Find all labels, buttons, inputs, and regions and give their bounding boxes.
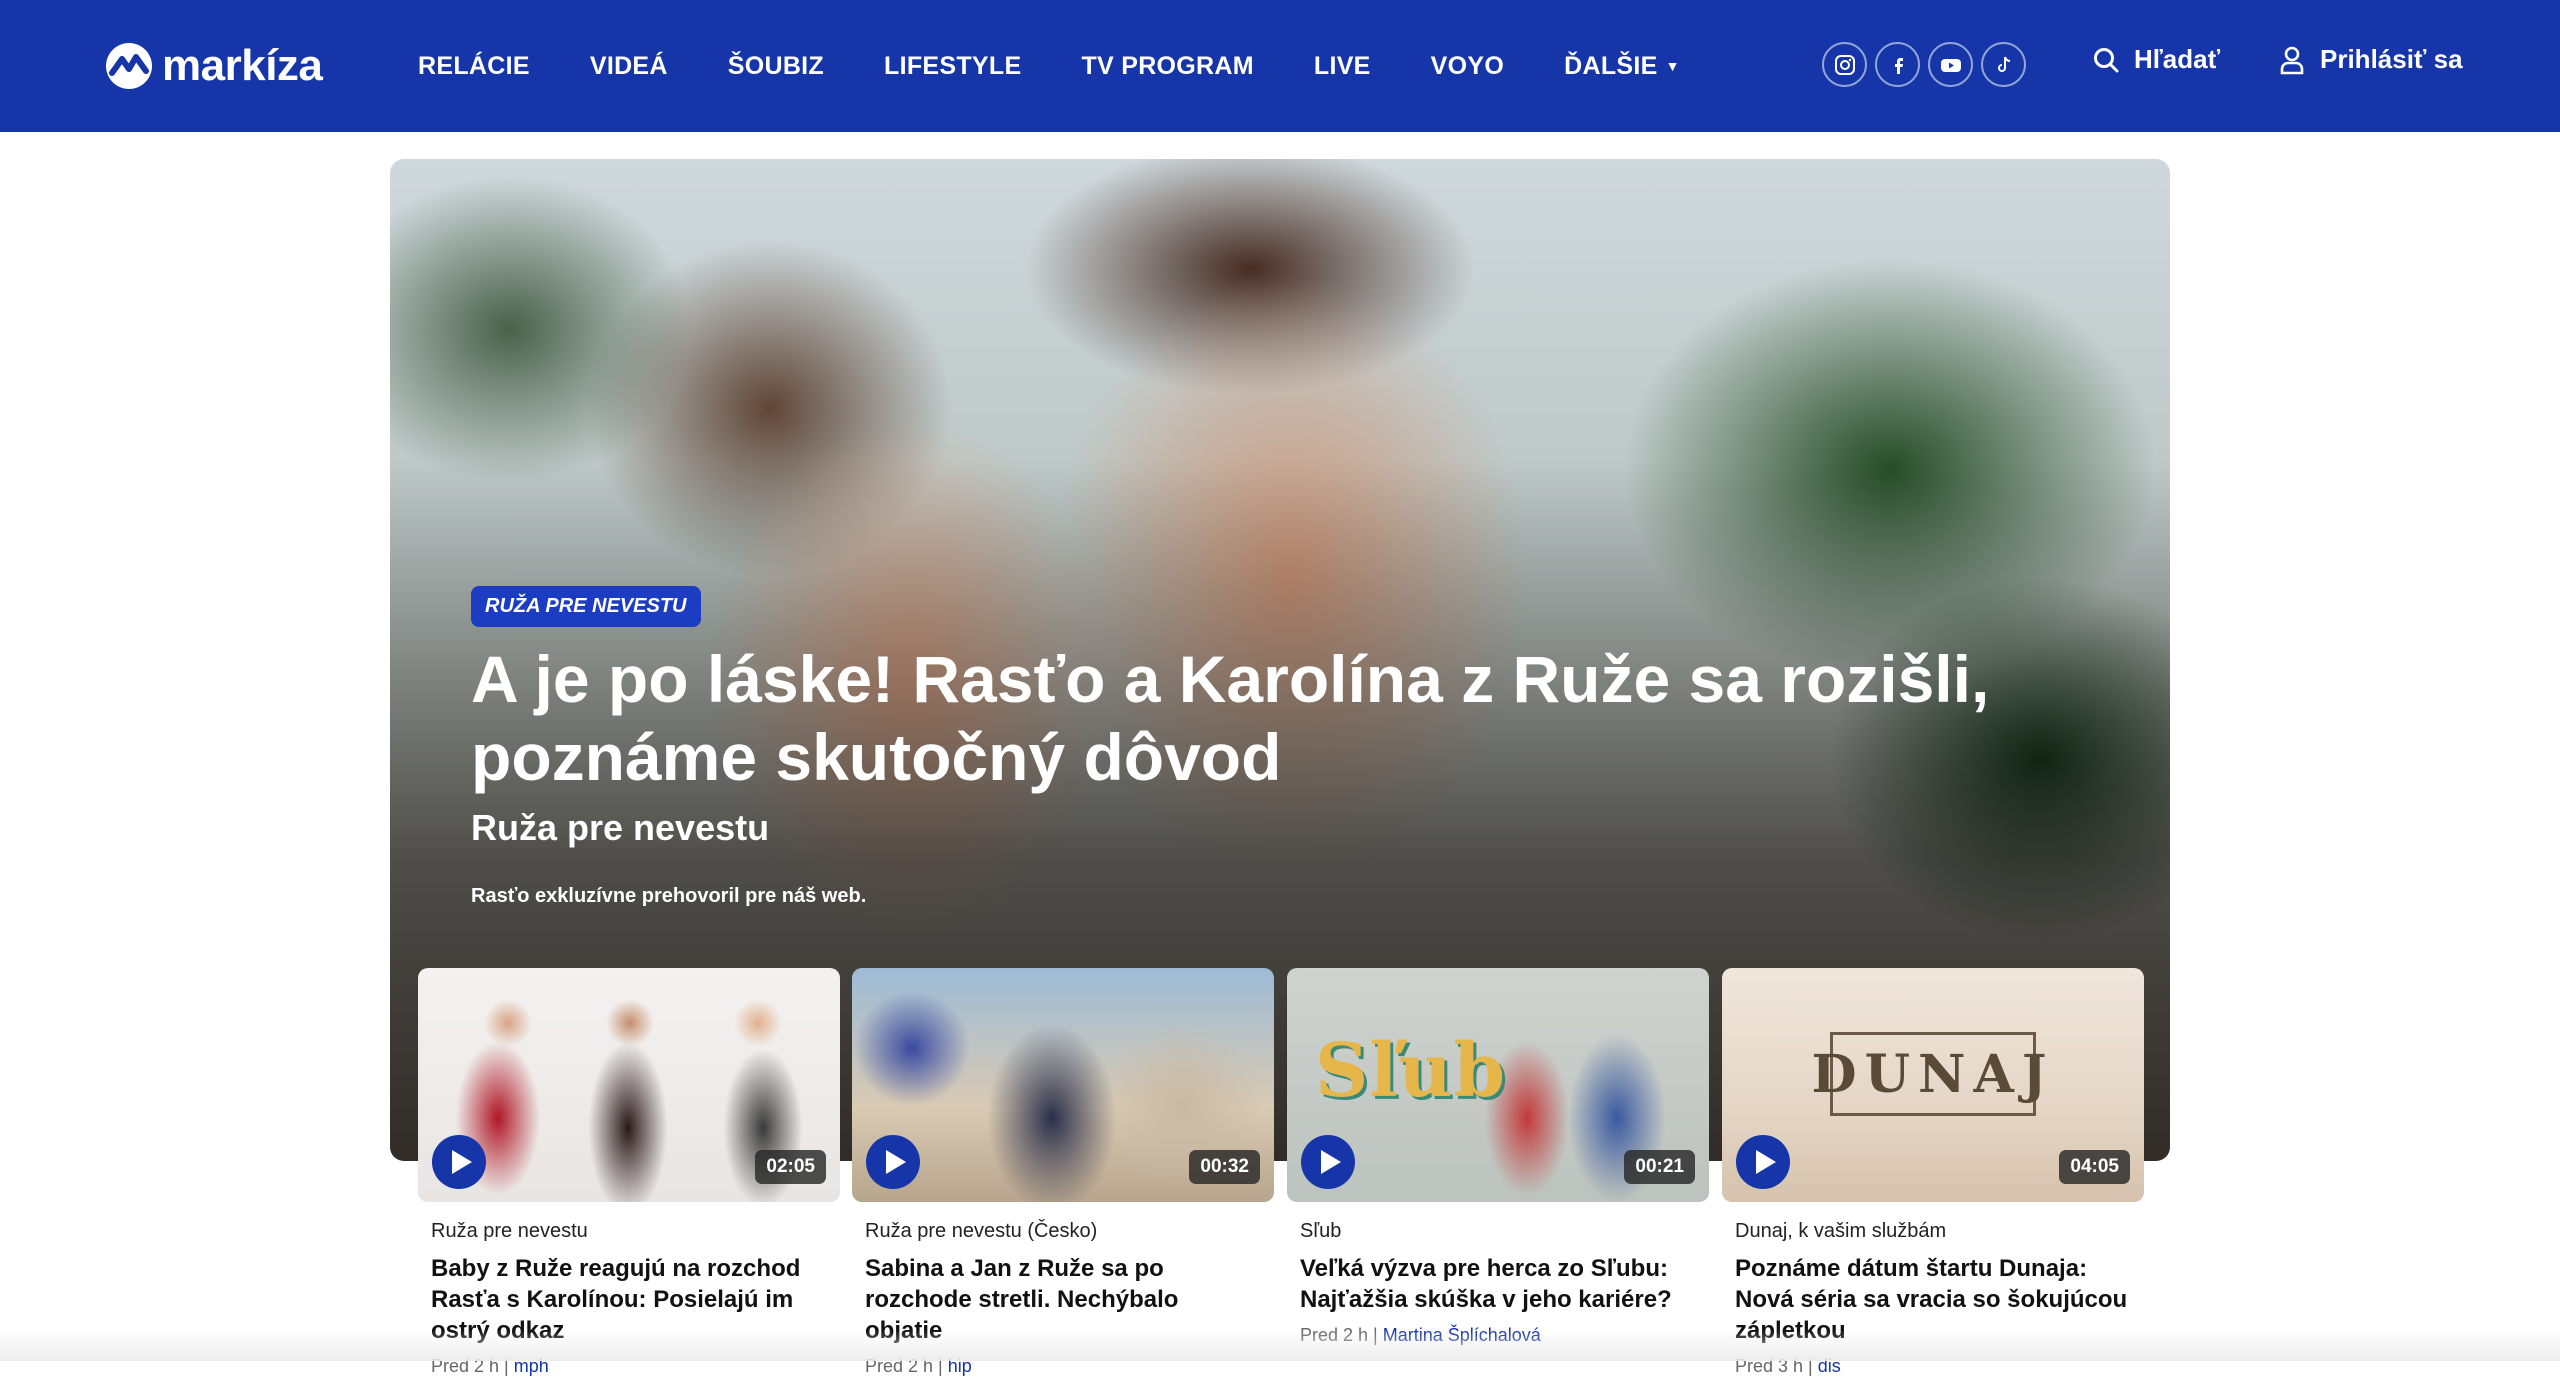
video-duration: 02:05 [755,1150,826,1184]
video-duration: 00:21 [1624,1150,1695,1184]
login-label: Prihlásiť sa [2320,44,2463,74]
caret-down-icon: ▼ [1665,58,1680,74]
card-show-name: Sľub [1300,1220,1342,1242]
hero-show-name: Ruža pre nevestu [471,807,770,848]
logo-text: markíza [162,41,323,90]
bottom-fade [0,1330,2560,1361]
video-duration: 04:05 [2059,1150,2130,1184]
nav-item-voyo[interactable]: VOYO [1431,52,1504,81]
search-button[interactable]: Hľadať [2092,44,2220,75]
nav-item-live[interactable]: LIVE [1314,52,1371,81]
nav-item-videa[interactable]: VIDEÁ [590,52,668,81]
instagram-icon[interactable] [1822,42,1867,87]
nav-item-relacie[interactable]: RELÁCIE [418,52,530,81]
card-title[interactable]: Veľká výzva pre herca zo Sľubu: Najťažši… [1300,1253,1696,1315]
video-thumbnail[interactable]: 02:05 [418,968,840,1202]
social-links [1822,42,2026,87]
video-card[interactable]: 00:32 Ruža pre nevestu (Česko) Sabina a … [852,968,1274,1377]
card-show-name: Ruža pre nevestu [431,1220,588,1242]
youtube-icon[interactable] [1928,42,1973,87]
search-icon [2094,47,2119,72]
video-card[interactable]: 02:05 Ruža pre nevestu Baby z Ruže reagu… [418,968,840,1377]
card-show-name: Dunaj, k vašim službám [1735,1220,1947,1242]
login-button[interactable]: Prihlásiť sa [2278,44,2463,75]
nav-item-soubiz[interactable]: ŠOUBIZ [728,52,824,81]
video-duration: 00:32 [1189,1150,1260,1184]
video-card[interactable]: DUNAJ 04:05 Dunaj, k vašim službám Pozná… [1722,968,2144,1377]
tiktok-icon[interactable] [1981,42,2026,87]
nav-item-tv-program[interactable]: TV PROGRAM [1081,52,1253,81]
hero-category-badge[interactable]: RUŽA PRE NEVESTU [471,586,701,627]
facebook-icon[interactable] [1875,42,1920,87]
nav-item-dalsie-label: ĎALŠIE [1564,51,1658,80]
play-icon[interactable] [1736,1135,1790,1189]
slub-show-logo: Sľub [1315,1028,1507,1114]
hero-description: Rasťo exkluzívne prehovoril pre náš web. [471,885,867,907]
search-label: Hľadať [2134,44,2221,74]
nav-item-dalsie[interactable]: ĎALŠIE ▼ [1564,52,1680,81]
dunaj-show-logo: DUNAJ [1812,1032,2046,1116]
video-thumbnail[interactable]: DUNAJ 04:05 [1722,968,2144,1202]
user-icon [2280,46,2304,74]
video-thumbnail[interactable]: Sľub 00:21 [1287,968,1709,1202]
logo-mark-icon [106,43,152,89]
video-card[interactable]: Sľub 00:21 Sľub Veľká výzva pre herca zo… [1287,968,1709,1346]
play-icon[interactable] [1301,1135,1355,1189]
hero-title[interactable]: A je po láske! Rasťo a Karolína z Ruže s… [471,640,2131,796]
video-thumbnail[interactable]: 00:32 [852,968,1274,1202]
nav-item-lifestyle[interactable]: LIFESTYLE [884,52,1021,81]
card-show-name: Ruža pre nevestu (Česko) [865,1220,1098,1242]
main-nav: RELÁCIE VIDEÁ ŠOUBIZ LIFESTYLE TV PROGRA… [418,0,1740,132]
play-icon[interactable] [866,1135,920,1189]
play-icon[interactable] [432,1135,486,1189]
site-header: markíza RELÁCIE VIDEÁ ŠOUBIZ LIFESTYLE T… [0,0,2560,132]
markiza-logo[interactable]: markíza [106,38,323,94]
